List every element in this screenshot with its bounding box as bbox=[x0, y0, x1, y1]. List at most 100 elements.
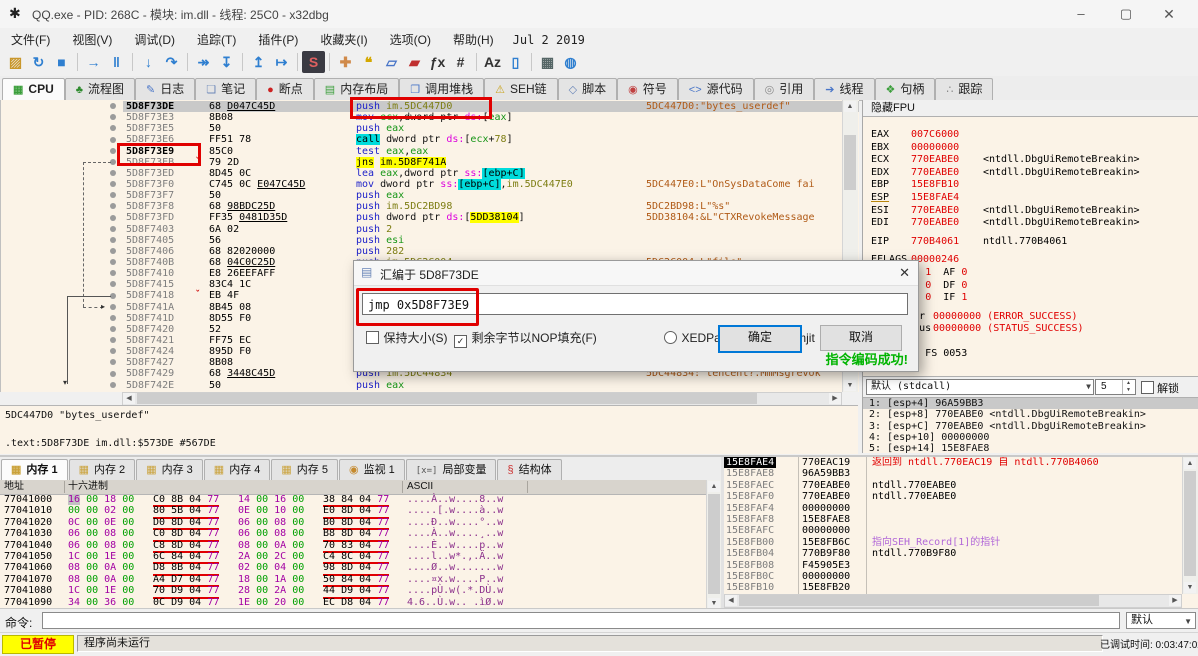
bookmark-icon[interactable]: ▰ bbox=[403, 51, 426, 73]
tab-graph[interactable]: ♣ 流程图 bbox=[64, 78, 135, 100]
memory-dump-row[interactable]: 77041040 06 00 08 00 C8 8D 04 77 08 00 0A 0… bbox=[0, 540, 706, 553]
stack-row[interactable]: 15E8FB00 15E8FB6C 指向SEH_Record[1]的指针 bbox=[724, 537, 1182, 548]
modules-icon[interactable]: ▯ bbox=[504, 51, 527, 73]
scroll-left-icon[interactable]: ◀ bbox=[725, 595, 737, 606]
tab-memory-map[interactable]: ▤ 内存布局 bbox=[313, 78, 400, 100]
tab-threads[interactable]: ➔ 线程 bbox=[814, 78, 875, 100]
comment-icon[interactable]: ❝ bbox=[357, 51, 380, 73]
tab-breakpoints[interactable]: ● 断点 bbox=[256, 78, 314, 100]
stack-arg-row[interactable]: 1: [esp+4] 96A59BB3 bbox=[863, 398, 1198, 410]
assemble-instruction-input[interactable]: jmp 0x5D8F73E9 bbox=[362, 293, 908, 315]
breakpoint-dot[interactable] bbox=[110, 292, 116, 299]
run-icon[interactable]: → bbox=[82, 51, 105, 73]
stack-row[interactable]: 15E8FAF0 770EABE0 ntdll.770EABE0 bbox=[724, 491, 1182, 502]
command-mode-select[interactable]: 默认 ▼ bbox=[1126, 612, 1196, 629]
breakpoint-dot[interactable] bbox=[110, 147, 116, 154]
ok-button[interactable]: 确定 bbox=[718, 325, 802, 353]
command-input[interactable] bbox=[42, 612, 1120, 629]
stack-row[interactable]: 15E8FAF4 00000000 bbox=[724, 503, 1182, 514]
breakpoint-dot[interactable] bbox=[110, 225, 116, 232]
menu-item[interactable]: 插件(P) bbox=[247, 28, 309, 51]
menu-item[interactable]: 视图(V) bbox=[61, 28, 123, 51]
disasm-row[interactable]: 5D8F73F0 C745 0C E047C45D mov dword ptr ss… bbox=[1, 178, 859, 190]
register-row[interactable]: EDI 770EABE0 <ntdll.DbgUiRemoteBreakin> bbox=[863, 217, 1198, 230]
tab-handles[interactable]: ❖ 句柄 bbox=[874, 78, 936, 100]
tab-script[interactable]: ◇ 脚本 bbox=[557, 78, 618, 100]
breakpoint-dot[interactable] bbox=[110, 203, 116, 210]
scroll-up-icon[interactable]: ▲ bbox=[1184, 458, 1196, 469]
breakpoint-dot[interactable] bbox=[110, 259, 116, 266]
memory-dump-row[interactable]: 77041060 08 00 0A 00 D8 8B 04 77 02 00 04 0… bbox=[0, 562, 706, 576]
breakpoint-dot[interactable] bbox=[110, 303, 116, 310]
disasm-row[interactable]: 5D8F73F7 50 push eax bbox=[1, 190, 859, 201]
memory-dump-rows[interactable]: 77041000 16 00 18 00 C0 8B 04 77 14 00 16 0… bbox=[0, 494, 706, 610]
scroll-left-icon[interactable]: ◀ bbox=[123, 393, 135, 404]
menu-item[interactable]: 文件(F) bbox=[0, 28, 61, 51]
menu-item[interactable]: 选项(O) bbox=[379, 28, 442, 51]
calculator-icon[interactable]: ▦ bbox=[536, 51, 559, 73]
dump-tab-memory5[interactable]: ▦ 内存 5 bbox=[271, 459, 338, 480]
disasm-row[interactable]: 5D8F7403 6A 02 push 2 bbox=[1, 224, 859, 235]
dump-tab-memory1[interactable]: ▦ 内存 1 bbox=[1, 459, 68, 481]
tab-call-stack[interactable]: ❐ 调用堆栈 bbox=[399, 78, 485, 100]
breakpoint-dot[interactable] bbox=[110, 359, 116, 366]
memory-dump-row[interactable]: 77041030 06 00 08 00 C0 8D 04 77 06 00 08 0… bbox=[0, 528, 706, 542]
stack-row[interactable]: 15E8FAE8 96A59BB3 bbox=[724, 468, 1182, 479]
breakpoint-dot[interactable] bbox=[110, 281, 116, 288]
tab-trace[interactable]: ∴ 跟踪 bbox=[935, 78, 994, 100]
stack-row[interactable]: 15E8FAFC 00000000 bbox=[724, 525, 1182, 536]
tab-seh[interactable]: ⚠ SEH链 bbox=[484, 78, 558, 100]
menu-item[interactable]: 调试(D) bbox=[123, 28, 186, 51]
stack-arg-row[interactable]: 4: [esp+10] 00000000 bbox=[863, 432, 1198, 443]
scroll-down-icon[interactable]: ▼ bbox=[1184, 582, 1196, 593]
nop-fill-checkbox[interactable]: ✓ 剩余字节以NOP填充(F) bbox=[454, 329, 597, 348]
memory-dump-row[interactable]: 77041000 16 00 18 00 C0 8B 04 77 14 00 16 0… bbox=[0, 494, 706, 508]
disasm-row[interactable]: 5D8F73DE 68 D047C45D push im.5DC447D0 5DC44… bbox=[1, 101, 859, 113]
dialog-close-icon[interactable]: ✕ bbox=[899, 265, 910, 281]
disasm-row[interactable]: 5D8F7406 68 82020000 push 282 bbox=[1, 246, 859, 257]
scroll-thumb[interactable] bbox=[739, 595, 1099, 606]
dump-tab-struct[interactable]: § 结构体 bbox=[497, 459, 562, 480]
hide-fpu-button[interactable]: 隐藏FPU bbox=[863, 100, 1198, 117]
tab-references[interactable]: ◎ 引用 bbox=[753, 78, 815, 100]
stack-row[interactable]: 15E8FB10 15E8FB20 bbox=[724, 582, 1182, 593]
memory-dump-row[interactable]: 77041090 34 00 36 00 0C D9 04 77 1E 00 20 0… bbox=[0, 597, 706, 610]
column-divider[interactable] bbox=[64, 481, 65, 493]
chevron-down-icon[interactable]: ▼ bbox=[1184, 614, 1192, 629]
breakpoint-dot[interactable] bbox=[110, 270, 116, 277]
stack-row[interactable]: 15E8FAEC 770EABE0 ntdll.770EABE0 bbox=[724, 480, 1182, 491]
scroll-thumb[interactable] bbox=[1184, 471, 1196, 576]
breakpoint-dot[interactable] bbox=[110, 170, 116, 177]
breakpoint-dot[interactable] bbox=[110, 214, 116, 221]
scroll-up-icon[interactable]: ▲ bbox=[708, 481, 720, 492]
dump-tab-memory2[interactable]: ▦ 内存 2 bbox=[68, 459, 136, 480]
memory-dump-row[interactable]: 77041050 1C 00 1E 00 6C 84 04 77 2A 00 2C 0… bbox=[0, 551, 706, 565]
stack-arg-row[interactable]: 5: [esp+14] 15E8FAE8 bbox=[863, 443, 1198, 453]
keep-size-checkbox[interactable]: 保持大小(S) bbox=[366, 329, 447, 347]
breakpoint-dot[interactable] bbox=[110, 348, 116, 355]
checkbox-checked-icon[interactable]: ✓ bbox=[454, 335, 467, 348]
disasm-row[interactable]: 5D8F73E6 FF51 78 call dword ptr ds:[ecx+78… bbox=[1, 134, 859, 146]
breakpoint-dot[interactable] bbox=[110, 125, 116, 132]
menu-item[interactable]: 追踪(T) bbox=[186, 28, 247, 51]
dump-tab-locals[interactable]: [x=] 局部变量 bbox=[405, 459, 497, 480]
stack-pane[interactable]: 15E8FAE4 770EAC19 返回到 ntdll.770EAC19 自 ntd… bbox=[724, 457, 1182, 594]
stack-hscrollbar[interactable]: ◀ ▶ bbox=[724, 594, 1182, 608]
run-to-user-code-icon[interactable]: ↦ bbox=[270, 51, 293, 73]
stack-row[interactable]: 15E8FB04 770B9F80 ntdll.770B9F80 bbox=[724, 548, 1182, 559]
stack-arg-row[interactable]: 3: [esp+C] 770EABE0 <ntdll.DbgUiRemoteBr… bbox=[863, 421, 1198, 432]
breakpoint-dot[interactable] bbox=[110, 103, 116, 110]
font-icon[interactable]: Az bbox=[481, 51, 504, 73]
disasm-row[interactable]: 5D8F73E9 85C0 test eax,eax bbox=[1, 146, 859, 157]
patch-icon[interactable]: ✚ bbox=[334, 51, 357, 73]
menu-item[interactable]: 收藏夹(I) bbox=[309, 28, 378, 51]
tab-notes[interactable]: ❏ 笔记 bbox=[195, 78, 257, 100]
unlock-checkbox[interactable]: 解锁 bbox=[1141, 380, 1179, 396]
tab-cpu[interactable]: ▦ CPU bbox=[2, 78, 65, 101]
stack-vscrollbar[interactable]: ▲ ▼ bbox=[1182, 457, 1198, 594]
breakpoint-dot[interactable] bbox=[110, 181, 116, 188]
calling-convention-select[interactable]: 默认 (stdcall) ▼ bbox=[866, 379, 1094, 395]
tab-log[interactable]: ✎ 日志 bbox=[134, 78, 196, 100]
memory-dump-row[interactable]: 77041080 1C 00 1E 00 70 D9 04 77 28 00 2A 0… bbox=[0, 585, 706, 599]
step-out-icon[interactable]: ↥ bbox=[247, 51, 270, 73]
